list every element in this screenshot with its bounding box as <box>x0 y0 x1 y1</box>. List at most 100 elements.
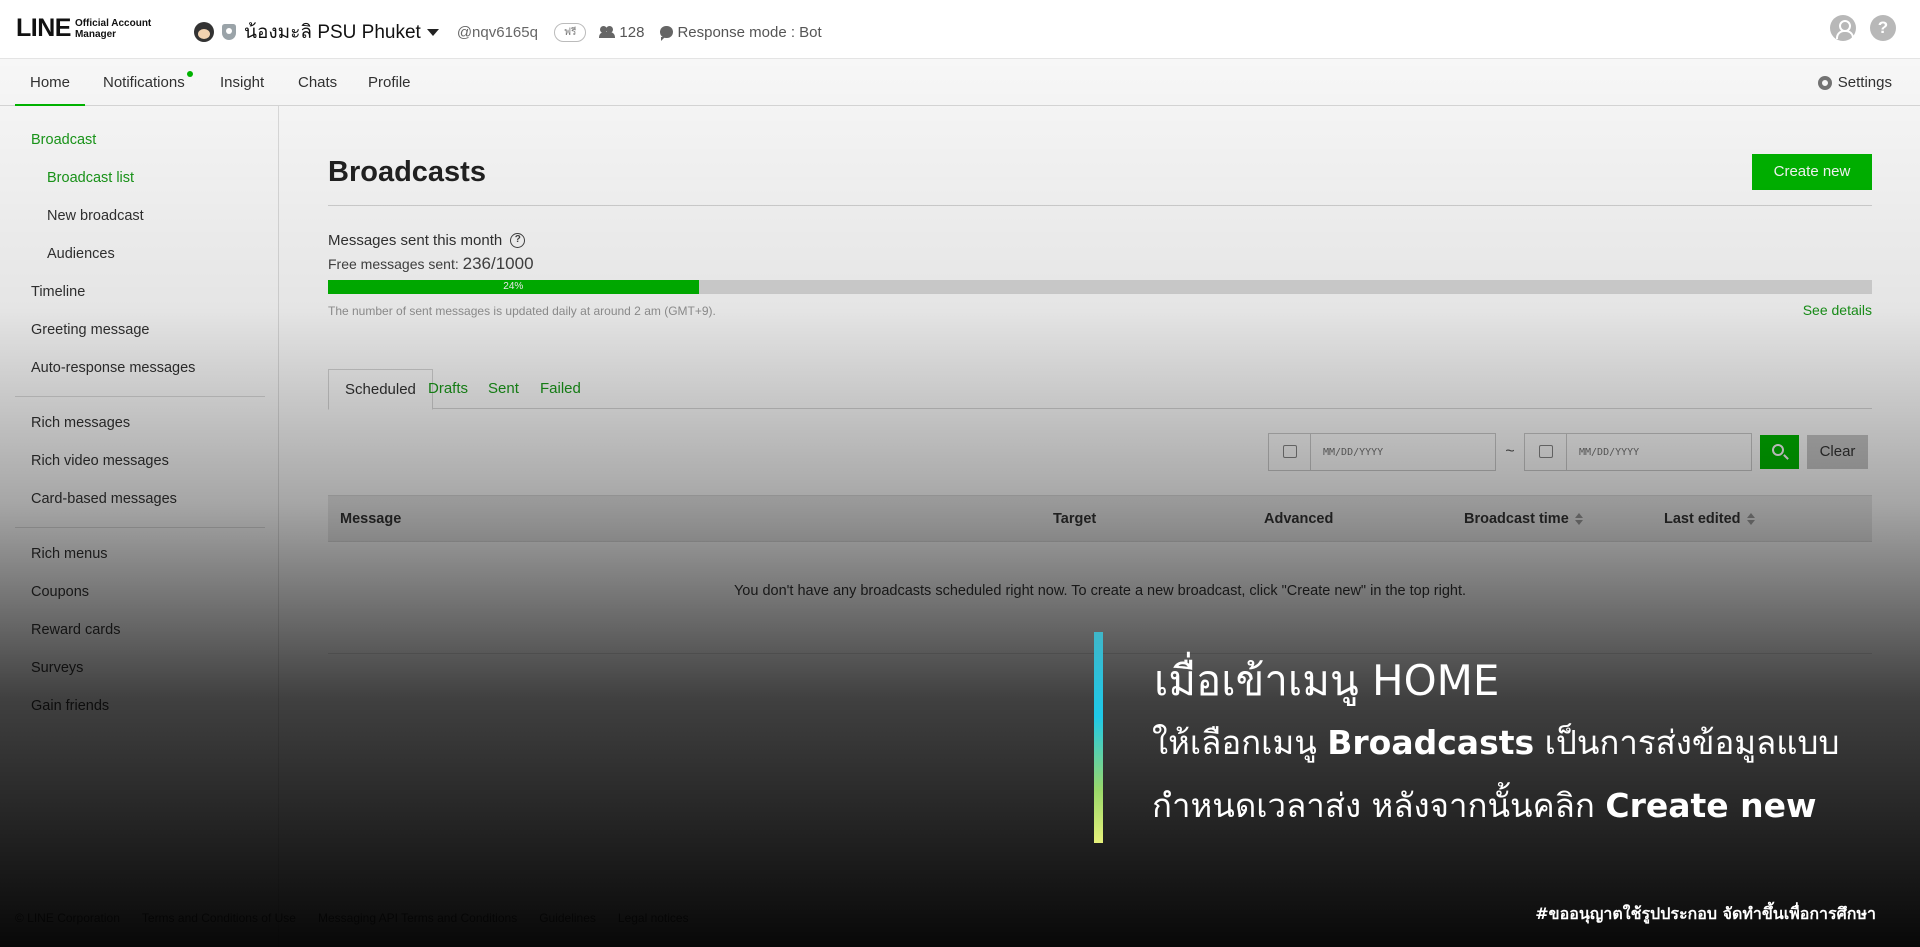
end-date-input[interactable] <box>1567 434 1751 470</box>
chat-bubble-icon <box>660 26 674 41</box>
nav-chats[interactable]: Chats <box>298 74 337 91</box>
column-broadcast-time[interactable]: Broadcast time <box>1464 511 1583 527</box>
nav-profile[interactable]: Profile <box>368 74 411 91</box>
sidebar-item-surveys[interactable]: Surveys <box>31 660 83 676</box>
sidebar-item-audiences[interactable]: Audiences <box>47 246 115 262</box>
sidebar-item-broadcast[interactable]: Broadcast <box>31 132 96 148</box>
nav-notifications[interactable]: Notifications <box>103 71 193 91</box>
top-header: LINE Official Account Manager น้องมะลิ P… <box>0 0 1920 59</box>
notification-dot <box>186 71 193 77</box>
sidebar-item-broadcast-list[interactable]: Broadcast list <box>47 170 134 186</box>
help-icon[interactable]: ? <box>1870 15 1896 41</box>
calendar-icon-wrap[interactable] <box>1525 434 1567 470</box>
gear-icon <box>1817 75 1832 90</box>
column-last-edited-label: Last edited <box>1664 511 1741 527</box>
account-id: @nqv6165q <box>456 23 538 41</box>
column-advanced: Advanced <box>1264 511 1334 527</box>
logo-sub-line-1: Official Account <box>74 17 152 29</box>
caption-line-2-pre: ให้เลือกเมนู <box>1152 723 1328 762</box>
sidebar-item-reward-cards[interactable]: Reward cards <box>31 622 120 638</box>
start-date-field[interactable] <box>1268 433 1496 471</box>
credit-text: #ขออนุญาตใช้รูปประกอบ จัดทำขึ้นเพื่อการศ… <box>1535 904 1876 923</box>
logo-text: LINE <box>16 14 71 42</box>
nav-insight[interactable]: Insight <box>220 74 264 91</box>
footer-terms-link[interactable]: Terms and Conditions of Use <box>142 911 296 925</box>
caption-heading: เมื่อเข้าเมนู HOME <box>1154 656 1500 705</box>
friends-count: 128 <box>599 23 645 41</box>
column-last-edited[interactable]: Last edited <box>1664 511 1755 527</box>
calendar-icon <box>1539 445 1553 458</box>
caption-line-2-bold: Broadcasts <box>1327 723 1535 762</box>
column-target: Target <box>1053 511 1097 527</box>
calendar-icon-wrap[interactable] <box>1269 434 1311 470</box>
chevron-down-icon[interactable] <box>426 28 439 36</box>
messages-sent-label: Messages sent this month ? <box>328 232 526 249</box>
sidebar-item-gain-friends[interactable]: Gain friends <box>31 698 109 714</box>
nav-home[interactable]: Home <box>15 74 86 107</box>
sidebar-item-rich-video[interactable]: Rich video messages <box>31 453 169 469</box>
footer-api-terms-link[interactable]: Messaging API Terms and Conditions <box>318 911 517 925</box>
nav-settings[interactable]: Settings <box>1817 74 1892 91</box>
start-date-input[interactable] <box>1311 434 1495 470</box>
main-nav: Home Notifications Insight Chats Profile… <box>0 59 1920 107</box>
line-oa-logo[interactable]: LINE Official Account Manager <box>16 14 151 43</box>
response-mode-text: Response mode : Bot <box>677 23 822 41</box>
caption-accent-bar <box>1094 632 1103 843</box>
date-range-separator: ~ <box>1505 443 1515 460</box>
sidebar-item-auto-response[interactable]: Auto-response messages <box>31 360 195 376</box>
search-button[interactable] <box>1760 435 1799 469</box>
broadcast-tabs: Scheduled Drafts Sent Failed <box>328 369 1872 410</box>
response-mode: Response mode : Bot <box>660 23 822 41</box>
update-note: The number of sent messages is updated d… <box>328 304 716 318</box>
logo-subtext: Official Account Manager <box>75 18 151 40</box>
sidebar-item-timeline[interactable]: Timeline <box>31 284 85 300</box>
logo-sub-line-2: Manager <box>74 28 117 40</box>
free-messages-label: Free messages sent: <box>328 256 459 272</box>
friends-count-value: 128 <box>619 23 645 41</box>
sidebar-item-card-based[interactable]: Card-based messages <box>31 491 177 507</box>
plan-badge: ฟรี <box>553 22 587 42</box>
header-actions: ? <box>1830 15 1896 41</box>
usage-progress-bar: 24% <box>328 280 1872 294</box>
sidebar-item-rich-menus[interactable]: Rich menus <box>31 546 108 562</box>
tab-failed[interactable]: Failed <box>524 369 597 410</box>
caption-line-2-post: เป็นการส่งข้อมูลแบบ <box>1534 723 1840 762</box>
title-divider <box>328 205 1872 206</box>
usage-progress-fill: 24% <box>328 280 699 294</box>
nav-notifications-label: Notifications <box>103 74 185 91</box>
search-icon <box>1772 444 1784 456</box>
settings-label: Settings <box>1837 74 1892 91</box>
column-broadcast-time-label: Broadcast time <box>1464 511 1569 527</box>
caption-line-2: ให้เลือกเมนู Broadcasts เป็นการส่งข้อมูล… <box>1152 716 1839 769</box>
page-title: Broadcasts <box>328 156 486 188</box>
end-date-field[interactable] <box>1524 433 1752 471</box>
see-details-link[interactable]: See details <box>1803 302 1872 318</box>
table-header: Message Target Advanced Broadcast time L… <box>328 495 1872 542</box>
caption-line-3-pre: กำหนดเวลาส่ง หลังจากนั้นคลิก <box>1152 786 1606 825</box>
free-messages-row: Free messages sent: 236/1000 <box>328 254 534 274</box>
sidebar-item-rich-messages[interactable]: Rich messages <box>31 415 130 431</box>
sort-icon[interactable] <box>1747 513 1755 525</box>
user-account-icon[interactable] <box>1830 15 1856 41</box>
column-message: Message <box>340 511 402 527</box>
account-avatar <box>194 22 214 42</box>
footer-legal-link[interactable]: Legal notices <box>618 911 689 925</box>
account-switcher[interactable]: น้องมะลิ PSU Phuket @nqv6165q ฟรี 128 Re… <box>194 17 822 47</box>
sidebar: Broadcast Broadcast list New broadcast A… <box>0 106 279 947</box>
account-name: น้องมะลิ PSU Phuket <box>244 22 421 43</box>
sidebar-item-new-broadcast[interactable]: New broadcast <box>47 208 144 224</box>
footer-copyright: © LINE Corporation <box>15 911 120 925</box>
calendar-icon <box>1283 445 1297 458</box>
sidebar-item-coupons[interactable]: Coupons <box>31 584 89 600</box>
sort-icon[interactable] <box>1575 513 1583 525</box>
empty-state-message: You don't have any broadcasts scheduled … <box>733 583 1467 599</box>
shield-icon <box>222 24 236 40</box>
sidebar-divider <box>15 396 265 397</box>
question-icon[interactable]: ? <box>510 233 526 248</box>
clear-button[interactable]: Clear <box>1807 435 1868 469</box>
sidebar-item-greeting[interactable]: Greeting message <box>31 322 149 338</box>
create-new-button[interactable]: Create new <box>1752 154 1872 190</box>
date-filter: ~ Clear <box>1268 433 1868 471</box>
sidebar-divider <box>15 527 265 528</box>
footer-guidelines-link[interactable]: Guidelines <box>539 911 596 925</box>
